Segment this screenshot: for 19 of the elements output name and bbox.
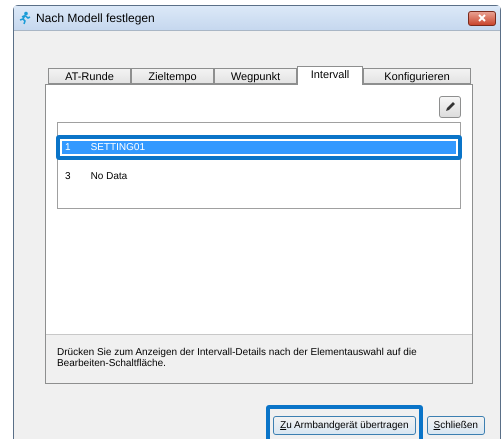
tab[interactable]: Zieltempo	[131, 68, 214, 84]
hint-text: Drücken Sie zum Anzeigen der Intervall-Details nach der Elementauswahl auf die Bearbeiten-Schaltfläche.	[57, 347, 418, 369]
tab[interactable]: AT-Runde	[48, 68, 131, 84]
close-button[interactable]	[468, 10, 496, 26]
window-title: Nach Modell festlegen	[36, 10, 155, 27]
edit-button[interactable]	[439, 96, 461, 118]
list-row[interactable]: 3 No Data	[62, 170, 456, 183]
row-title: SETTING01	[90, 141, 146, 155]
dialog-button[interactable]: Schließen	[426, 416, 485, 435]
runner-icon	[18, 11, 32, 25]
row-number: 1	[65, 141, 71, 155]
row-title: No Data	[90, 170, 128, 184]
tab[interactable]: Wegpunkt	[214, 68, 297, 84]
close-icon	[478, 14, 486, 22]
tab[interactable]: Intervall	[297, 66, 363, 85]
row-number: 3	[65, 170, 71, 184]
dialog-button[interactable]: Zu Armbandgerät übertragen	[273, 416, 416, 435]
tab[interactable]: Konfigurieren	[363, 68, 471, 84]
pencil-icon	[444, 101, 456, 113]
